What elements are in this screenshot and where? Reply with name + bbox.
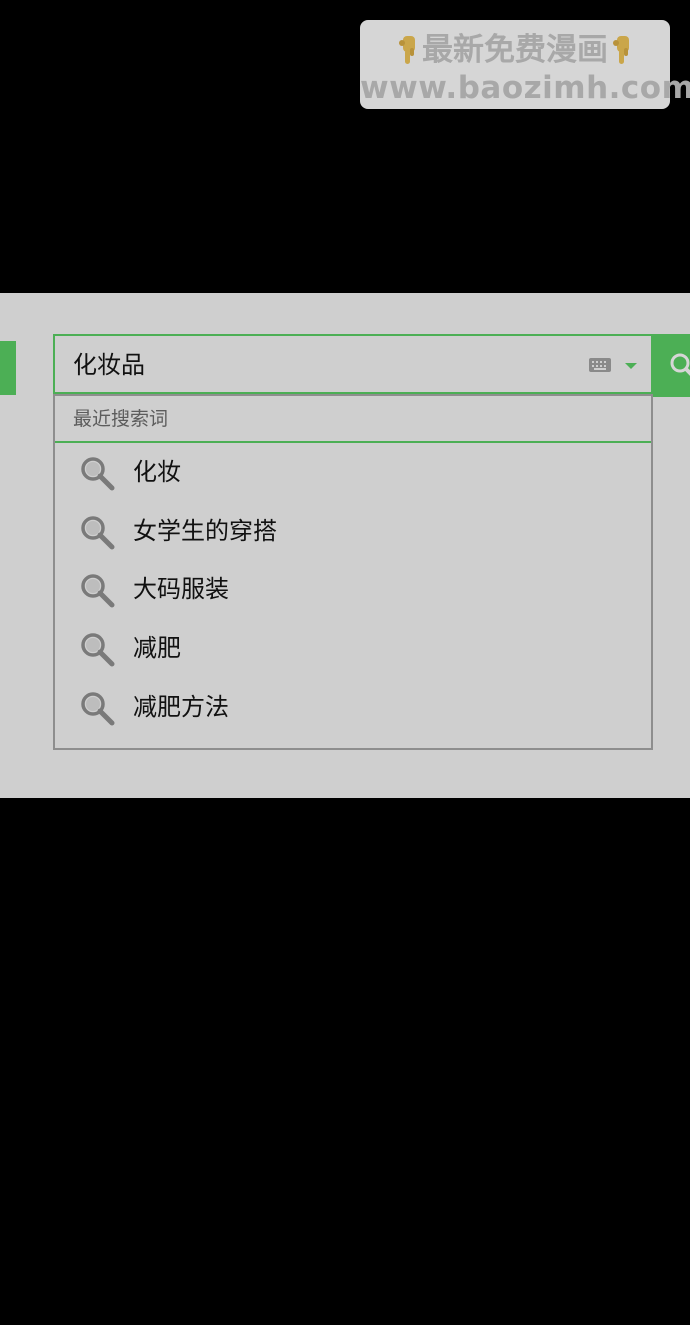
search-icon	[81, 633, 115, 667]
suggestion-item[interactable]: 大码服装	[55, 560, 651, 618]
search-button[interactable]	[651, 334, 690, 397]
search-icon	[81, 692, 115, 726]
suggestion-item[interactable]: 化妆	[55, 443, 651, 501]
search-input-value[interactable]: 化妆品	[73, 336, 145, 394]
suggestion-dropdown: 最近搜索词 化妆 女学生的穿搭 大码服装 减肥 减肥方法	[53, 394, 653, 750]
suggestion-label[interactable]: 减肥方法	[133, 678, 229, 736]
search-icon	[81, 516, 115, 550]
recent-searches-header: 最近搜索词	[55, 396, 651, 443]
pointing-down-hand-icon	[399, 36, 415, 64]
search-input[interactable]: 化妆品	[53, 334, 651, 394]
watermark-badge[interactable]: 最新免费漫画 www.baozimh.com	[360, 20, 690, 109]
suggestion-item[interactable]: 减肥方法	[55, 678, 651, 736]
suggestion-label[interactable]: 大码服装	[133, 560, 229, 618]
suggestion-item[interactable]: 减肥	[55, 619, 651, 677]
search-icon	[670, 353, 690, 376]
left-green-tab[interactable]	[0, 341, 16, 395]
watermark-title-row: 最新免费漫画	[360, 30, 670, 70]
search-icon	[81, 574, 115, 608]
dropdown-arrow-icon[interactable]	[625, 363, 637, 369]
watermark-url: www.baozimh.com	[360, 70, 690, 106]
keyboard-icon[interactable]	[589, 358, 611, 372]
page: 最新免费漫画 www.baozimh.com 化妆品 最近搜索词 化妆 女学生的…	[0, 0, 690, 1325]
recent-searches-label: 最近搜索词	[73, 408, 169, 430]
watermark-title: 最新免费漫画	[422, 32, 608, 68]
search-panel: 化妆品 最近搜索词 化妆 女学生的穿搭 大码服装 减肥 减肥方法	[0, 293, 690, 798]
suggestion-item[interactable]: 女学生的穿搭	[55, 502, 651, 560]
suggestion-label[interactable]: 女学生的穿搭	[133, 502, 277, 560]
suggestion-label[interactable]: 化妆	[133, 443, 181, 501]
suggestion-label[interactable]: 减肥	[133, 619, 181, 677]
search-icon	[81, 457, 115, 491]
pointing-down-hand-icon	[613, 36, 629, 64]
